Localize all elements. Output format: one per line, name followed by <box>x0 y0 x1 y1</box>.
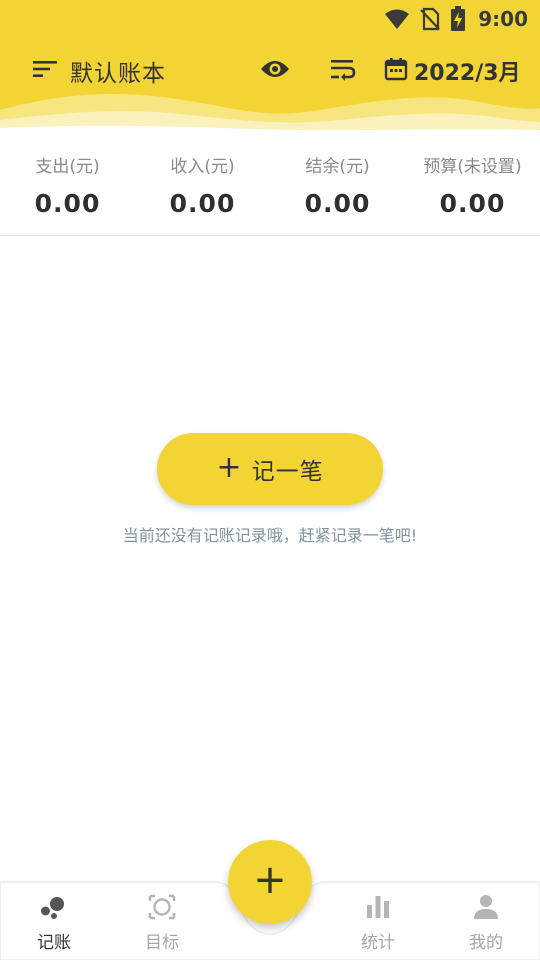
date-picker-button[interactable]: 2022/3月 <box>384 54 521 88</box>
summary-label: 结余(元) <box>305 157 370 177</box>
toggle-visibility-button[interactable] <box>259 57 291 85</box>
wrap-sort-icon <box>330 57 356 85</box>
bubbles-icon <box>40 894 68 924</box>
status-time: 9:00 <box>478 7 528 31</box>
calendar-icon <box>384 57 408 85</box>
battery-charging-icon <box>450 6 466 32</box>
summary-value: 0.00 <box>439 189 506 218</box>
summary-value: 0.00 <box>34 189 101 218</box>
wifi-icon <box>384 8 410 30</box>
nav-label: 统计 <box>361 933 395 953</box>
add-record-label: 记一笔 <box>251 459 324 485</box>
sort-button[interactable] <box>328 57 358 85</box>
nav-label: 我的 <box>469 933 503 953</box>
plus-icon: + <box>216 449 242 485</box>
plus-icon: + <box>253 857 287 903</box>
bar-chart-icon <box>364 894 392 924</box>
no-sim-icon <box>420 7 441 31</box>
header-wave-decoration <box>0 94 540 134</box>
nav-item-bookkeeping[interactable]: 记账 <box>0 880 108 960</box>
sort-lines-icon <box>33 59 57 83</box>
book-title[interactable]: 默认账本 <box>70 54 166 88</box>
summary-label: 支出(元) <box>35 157 100 177</box>
nav-item-statistics[interactable]: 统计 <box>324 880 432 960</box>
app-header: 默认账本 2022/3月 <box>0 38 540 134</box>
summary-value: 0.00 <box>304 189 371 218</box>
target-frame-icon <box>148 894 176 924</box>
eye-icon <box>260 59 290 83</box>
add-record-button[interactable]: + 记一笔 <box>157 433 383 505</box>
nav-item-goals[interactable]: 目标 <box>108 880 216 960</box>
summary-expense[interactable]: 支出(元) 0.00 <box>0 134 135 235</box>
status-bar: 9:00 <box>0 0 540 38</box>
quick-add-fab[interactable]: + <box>228 840 312 924</box>
nav-label: 目标 <box>145 933 179 953</box>
nav-item-profile[interactable]: 我的 <box>432 880 540 960</box>
date-label: 2022/3月 <box>414 61 521 86</box>
status-icons: 9:00 <box>384 4 528 34</box>
summary-panel: 支出(元) 0.00 收入(元) 0.00 结余(元) 0.00 预算(未设置)… <box>0 134 540 236</box>
summary-balance[interactable]: 结余(元) 0.00 <box>270 134 405 235</box>
summary-label: 收入(元) <box>170 157 235 177</box>
empty-state-hint: 当前还没有记账记录哦，赶紧记录一笔吧! <box>122 526 418 545</box>
nav-label: 记账 <box>37 933 71 953</box>
summary-budget[interactable]: 预算(未设置) 0.00 <box>405 134 540 235</box>
summary-label: 预算(未设置) <box>423 157 522 177</box>
menu-button[interactable] <box>30 56 60 86</box>
summary-value: 0.00 <box>169 189 236 218</box>
summary-income[interactable]: 收入(元) 0.00 <box>135 134 270 235</box>
person-icon <box>472 894 500 924</box>
